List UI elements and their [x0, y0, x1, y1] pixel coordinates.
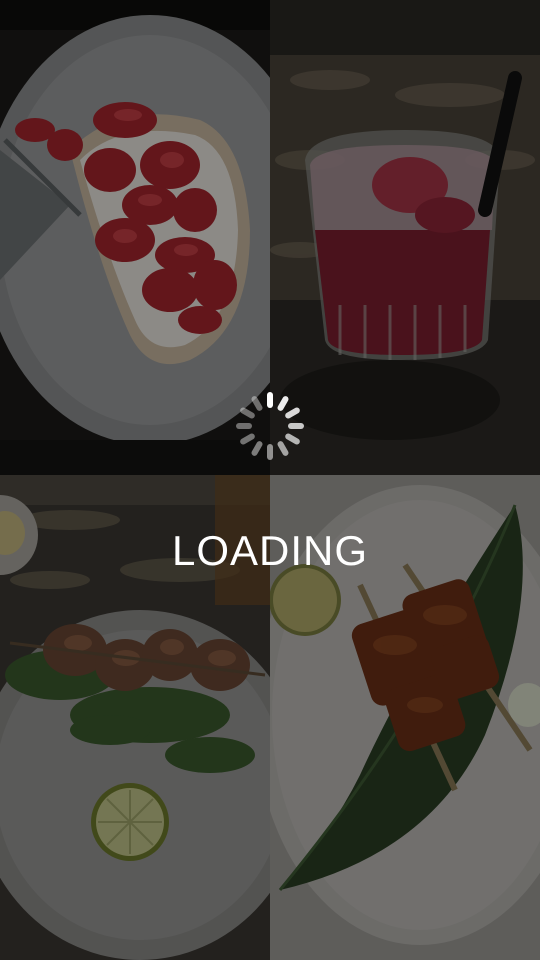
- dim-overlay: [0, 0, 540, 960]
- loading-label: LOADING: [171, 527, 369, 574]
- loading-screen: LOADING: [0, 0, 540, 960]
- loading-spinner-icon: [232, 388, 308, 464]
